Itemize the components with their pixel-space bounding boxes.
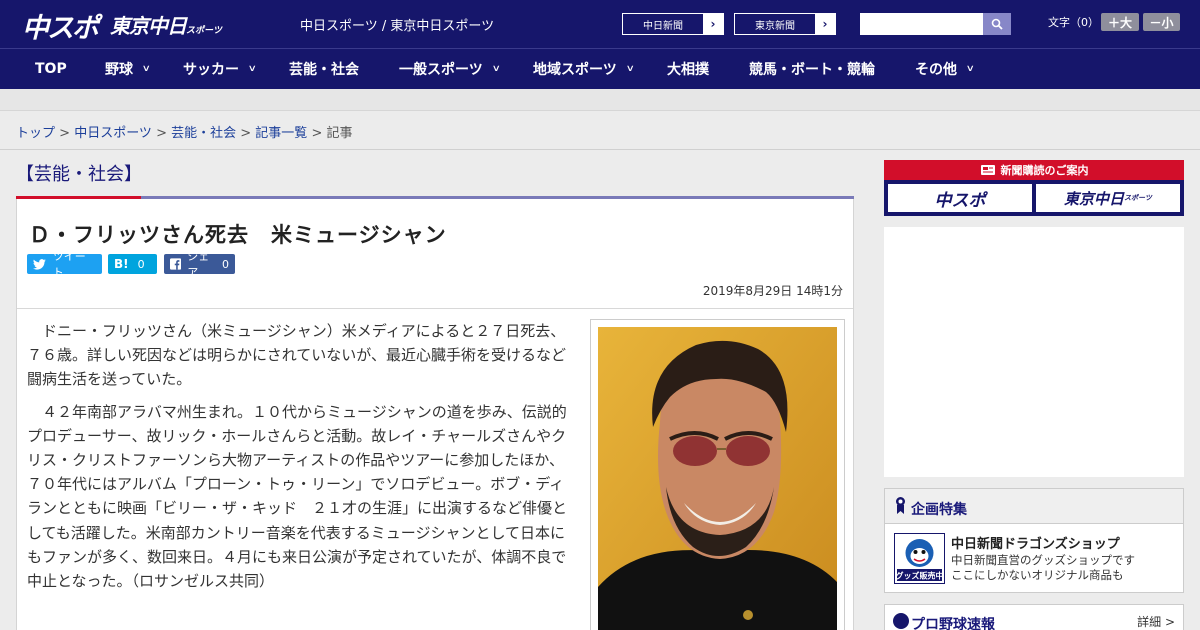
baseball-icon — [893, 613, 909, 629]
chunichi-shimbun-link[interactable]: 中日新聞 › — [622, 13, 724, 35]
ad-slot — [884, 227, 1184, 477]
tokyo-chunichi-logo-text: 東京中日 — [110, 14, 187, 38]
font-smaller-button[interactable]: －小 — [1143, 13, 1180, 31]
search-icon — [991, 18, 1003, 30]
subscribe-tokyo-chunichi-label: 東京中日 — [1064, 189, 1125, 208]
subscribe-tokyo-chunichi-button[interactable]: 東京中日 スポーツ — [1036, 184, 1180, 212]
tokyo-chunichi-logo[interactable]: 東京中日スポーツ — [110, 10, 222, 39]
share-label: シェア — [187, 250, 210, 279]
article-date: 2019年8月29日 14時1分 — [702, 284, 843, 298]
main-nav: TOP 野球 ∨ サッカー ∨ 芸能・社会 一般スポーツ ∨ 地域スポーツ ∨ 大相撲 … — [0, 48, 1200, 89]
category-heading: 【芸能・社会】 — [16, 164, 142, 185]
feature-panel: 企画特集 グッズ販売中 中日新聞ドラゴンズショップ 中日新聞直営のグッズショップ… — [884, 488, 1184, 593]
article-paragraph: ４２年南部アラバマ州生まれ。１０代からミュージシャンの道を歩み、伝説的プロデュー… — [27, 402, 568, 591]
nav-sumo[interactable]: 大相撲 — [667, 49, 709, 89]
tweet-label: ツイート — [52, 250, 86, 279]
nav-sumo-label: 大相撲 — [667, 62, 709, 78]
breadcrumb-article-list[interactable]: 記事一覧 — [255, 126, 307, 141]
hatena-count: 0 — [137, 257, 145, 271]
breadcrumb-separator: > — [151, 126, 172, 141]
article-divider — [17, 308, 853, 309]
breadcrumb-separator: > — [236, 126, 256, 141]
feature-desc-line: 中日新聞直営のグッズショップです — [951, 553, 1135, 567]
chevron-down-icon: ∨ — [491, 64, 501, 74]
search-button[interactable] — [983, 13, 1011, 35]
chuspo-logo[interactable]: 中スポ — [22, 6, 99, 45]
feature-item-description: 中日新聞直営のグッズショップです ここにしかないオリジナル商品も — [951, 553, 1135, 583]
chevron-right-icon: › — [703, 14, 723, 34]
pro-baseball-panel: プロ野球速報 詳細 > — [884, 604, 1184, 630]
nav-top-label: TOP — [35, 61, 67, 77]
share-count: 0 — [222, 257, 229, 271]
nav-soccer-label: サッカー — [183, 62, 239, 78]
nav-keiba[interactable]: 競馬・ボート・競輪 — [749, 49, 875, 89]
nav-entertainment[interactable]: 芸能・社会 — [289, 49, 359, 89]
nav-general-sports-label: 一般スポーツ — [399, 62, 483, 78]
chunichi-shimbun-link-label: 中日新聞 — [643, 20, 683, 32]
chevron-down-icon: ∨ — [965, 64, 975, 74]
breadcrumb-chuspo[interactable]: 中日スポーツ — [74, 126, 152, 141]
dragons-shop-thumbnail[interactable]: グッズ販売中 — [894, 533, 945, 584]
ribbon-icon — [896, 497, 905, 514]
nav-local-sports[interactable]: 地域スポーツ ∨ — [533, 49, 635, 89]
subscription-title: 新聞購読のご案内 — [1000, 164, 1089, 177]
pro-baseball-more-link[interactable]: 詳細 > — [1137, 613, 1175, 630]
chevron-down-icon: ∨ — [625, 64, 635, 74]
nav-general-sports[interactable]: 一般スポーツ ∨ — [399, 49, 501, 89]
breadcrumb-top[interactable]: トップ — [16, 126, 55, 141]
site-tagline: 中日スポーツ / 東京中日スポーツ — [300, 19, 495, 34]
subscription-banner: 新聞購読のご案内 中スポ 東京中日 スポーツ — [884, 160, 1184, 216]
facebook-icon — [170, 258, 182, 270]
feature-desc-line: ここにしかないオリジナル商品も — [951, 568, 1124, 582]
portrait-photo — [598, 327, 837, 630]
nav-local-sports-label: 地域スポーツ — [533, 62, 617, 78]
nav-other-label: その他 — [915, 62, 957, 78]
twitter-bird-icon — [33, 258, 46, 270]
nav-keiba-label: 競馬・ボート・競輪 — [749, 62, 875, 78]
article-paragraph: ドニー・フリッツさん（米ミュージシャン）米メディアによると２７日死去、７６歳。詳… — [27, 322, 566, 389]
tweet-button[interactable]: ツイート — [27, 250, 102, 279]
nav-entertainment-label: 芸能・社会 — [289, 62, 359, 78]
article-headline: Ｄ・フリッツさん死去 米ミュージシャン — [29, 223, 447, 247]
hatena-bookmark-button[interactable]: B! 0 — [108, 254, 157, 274]
sub-strip — [0, 89, 1200, 111]
article-body: ドニー・フリッツさん（米ミュージシャン）米メディアによると２７日死去、７６歳。詳… — [27, 319, 575, 601]
tokyo-shimbun-link-label: 東京新聞 — [755, 20, 795, 32]
feature-item-title[interactable]: 中日新聞ドラゴンズショップ — [951, 533, 1120, 552]
breadcrumb-separator: > — [55, 126, 75, 141]
site-header: 中スポ 東京中日スポーツ 中日スポーツ / 東京中日スポーツ 中日新聞 › 東京… — [0, 0, 1200, 48]
nav-baseball[interactable]: 野球 ∨ — [105, 49, 151, 89]
pro-baseball-title: プロ野球速報 — [911, 617, 995, 630]
hatena-label: B! — [114, 257, 129, 271]
chevron-right-icon: › — [815, 14, 835, 34]
nav-baseball-label: 野球 — [105, 62, 133, 78]
font-size-label: 文字（0） — [1048, 16, 1099, 29]
tokyo-chunichi-logo-small: スポーツ — [186, 26, 222, 36]
search-input[interactable] — [860, 13, 983, 35]
tokyo-shimbun-link[interactable]: 東京新聞 › — [734, 13, 836, 35]
subscribe-tokyo-chunichi-small: スポーツ — [1124, 194, 1152, 202]
chevron-down-icon: ∨ — [247, 64, 257, 74]
chevron-down-icon: ∨ — [141, 64, 151, 74]
feature-title: 企画特集 — [911, 502, 967, 518]
subscription-header: 新聞購読のご案内 — [884, 160, 1184, 180]
article: Ｄ・フリッツさん死去 米ミュージシャン ツイート B! 0 シェア 0 2019… — [16, 199, 854, 630]
breadcrumb-entertainment[interactable]: 芸能・社会 — [171, 126, 236, 141]
dragons-mascot-icon: グッズ販売中 — [896, 539, 944, 581]
nav-soccer[interactable]: サッカー ∨ — [183, 49, 257, 89]
breadcrumb: トップ > 中日スポーツ > 芸能・社会 > 記事一覧 > 記事 — [16, 122, 353, 141]
article-photo[interactable] — [590, 319, 845, 630]
search-form — [860, 13, 1011, 35]
font-larger-button[interactable]: ＋大 — [1101, 13, 1139, 31]
nav-other[interactable]: その他 ∨ — [915, 49, 975, 89]
breadcrumb-separator: > — [307, 126, 327, 141]
nav-top[interactable]: TOP — [35, 49, 67, 89]
subscribe-chuspo-button[interactable]: 中スポ — [888, 184, 1032, 212]
feature-header: 企画特集 — [885, 489, 1183, 524]
breadcrumb-divider — [0, 149, 1200, 150]
facebook-share-button[interactable]: シェア 0 — [164, 250, 235, 279]
breadcrumb-current: 記事 — [326, 126, 353, 141]
thumb-label: グッズ販売中 — [896, 571, 944, 581]
newspaper-icon — [980, 165, 995, 175]
